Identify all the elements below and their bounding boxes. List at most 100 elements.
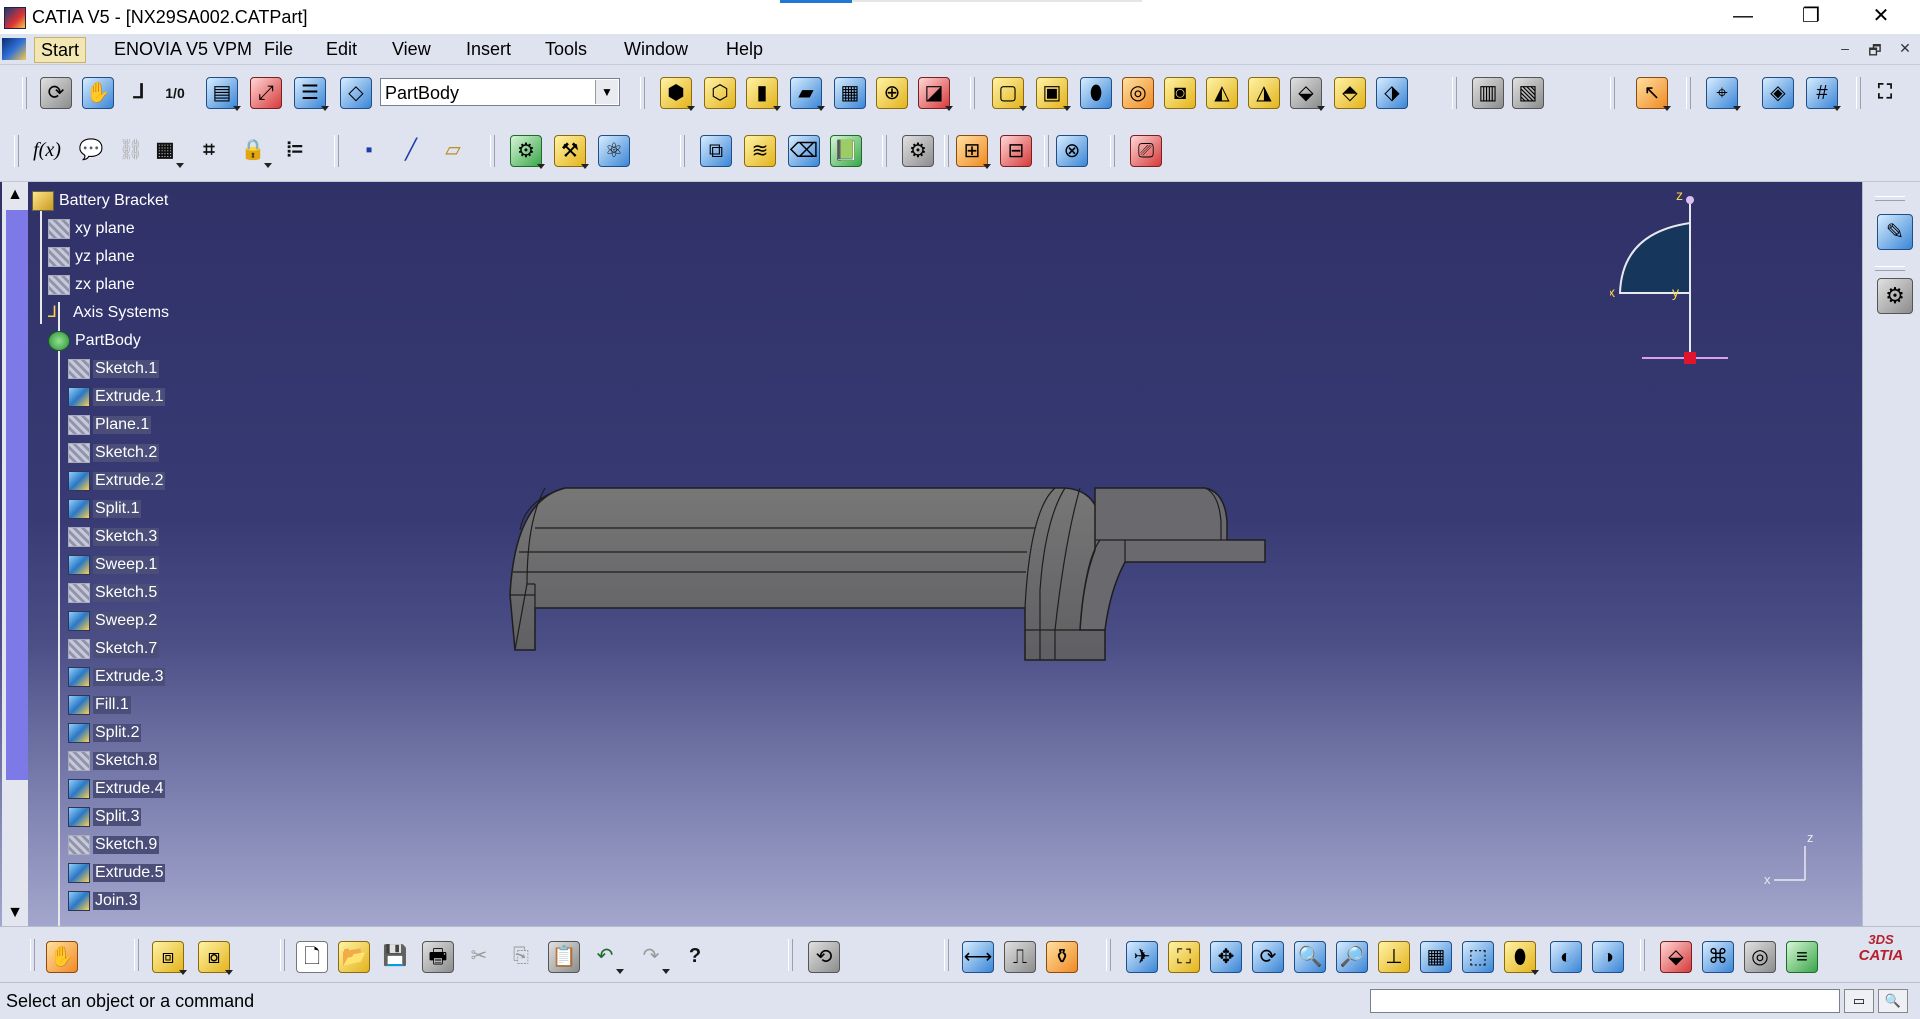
tree-item-fill-1[interactable]: Fill.1	[68, 694, 131, 716]
zoom-in-icon[interactable]: 🔍	[1294, 941, 1326, 973]
tree-item-xy-plane[interactable]: xy plane	[48, 218, 137, 240]
draft-icon[interactable]: ◪	[918, 77, 953, 111]
doc-minimize-button[interactable]: –	[1833, 40, 1857, 60]
sketcher-icon[interactable]: ✎	[1877, 214, 1913, 250]
assembly-icon[interactable]: ⚙	[902, 135, 934, 167]
update-icon[interactable]: ⟳	[40, 77, 72, 109]
render-icon[interactable]: ◎	[1744, 941, 1776, 973]
whats-this-icon[interactable]: ?	[680, 941, 710, 971]
tree-item-split-2[interactable]: Split.2	[68, 722, 142, 744]
layers-icon[interactable]: ≡	[1786, 941, 1818, 973]
eraser-icon[interactable]: ⌫	[788, 135, 820, 167]
settings-gear-icon[interactable]: ⚙	[1877, 278, 1913, 314]
fit-all-in-icon[interactable]: ⛶	[1168, 941, 1200, 973]
tree-item-join-3[interactable]: Join.3	[68, 890, 140, 912]
shaft-icon[interactable]: ▮	[746, 77, 781, 111]
trim-icon[interactable]: ⬗	[1376, 77, 1408, 109]
minimize-button[interactable]: —	[1720, 0, 1766, 34]
apply-material-icon[interactable]: ⬙	[1660, 941, 1692, 973]
tree-item-extrude-1[interactable]: Extrude.1	[68, 386, 166, 408]
inertia-icon[interactable]: ⚱	[1046, 941, 1078, 973]
menu-window[interactable]: Window	[624, 39, 688, 60]
snap-icon[interactable]: ⌖	[1706, 77, 1741, 111]
menu-file[interactable]: File	[264, 39, 293, 60]
tree-item-extrude-2[interactable]: Extrude.2	[68, 470, 166, 492]
cylinder-icon[interactable]: ⬮	[1080, 77, 1112, 109]
toolbar-grip[interactable]	[640, 77, 645, 109]
scroll-down-icon[interactable]: ▼	[4, 902, 26, 924]
table-icon[interactable]: ▦	[150, 135, 184, 168]
map-icon[interactable]: ⌘	[1702, 941, 1734, 973]
grab-icon[interactable]: ✋	[82, 77, 114, 109]
select-icon[interactable]: ↖	[1636, 77, 1671, 111]
hole-icon[interactable]: ⊕	[876, 77, 908, 109]
dropdown-arrow-icon[interactable]: ▼	[595, 80, 618, 104]
toolbar-grip[interactable]	[1610, 77, 1615, 109]
split-icon[interactable]: ⬘	[1334, 77, 1366, 109]
iso-view-icon[interactable]: ⬚	[1462, 941, 1494, 973]
compass-icon[interactable]: ◈	[1762, 77, 1794, 109]
save-icon[interactable]: 💾	[380, 941, 410, 971]
formula-icon[interactable]: f(x)	[32, 135, 62, 165]
point-icon[interactable]: ▪	[354, 135, 384, 165]
plane-icon[interactable]: ◇	[340, 77, 372, 109]
boolean-remove-icon[interactable]: ⊟	[1000, 135, 1032, 167]
intersect-icon[interactable]: ⊗	[1056, 135, 1088, 167]
zoom-out-icon[interactable]: 🔎	[1336, 941, 1368, 973]
blend-icon[interactable]: ◭	[1206, 77, 1238, 109]
join-icon[interactable]: ⬙	[1290, 77, 1325, 111]
battery-bracket-model[interactable]	[505, 480, 1275, 710]
menu-view[interactable]: View	[392, 39, 431, 60]
toolbar-grip[interactable]	[970, 77, 975, 109]
scan-icon[interactable]: ⎚	[1130, 135, 1162, 167]
plane-ref-icon[interactable]: ▱	[438, 135, 468, 165]
tree-scrollbar[interactable]: ▲ ▼	[2, 182, 28, 926]
menu-start[interactable]: Start	[34, 37, 87, 63]
restore-button[interactable]: ❐	[1788, 0, 1834, 34]
toolbar-grip[interactable]	[1106, 939, 1111, 971]
pocket-icon[interactable]: ⬡	[704, 77, 736, 109]
tree-item-partbody[interactable]: PartBody	[48, 330, 143, 352]
gear-settings-icon[interactable]: ⚙	[510, 135, 545, 169]
sphere-icon[interactable]: ◎	[1122, 77, 1154, 109]
paste-icon[interactable]: 📋	[548, 941, 580, 973]
shading-icon[interactable]: ⬮	[1504, 941, 1539, 975]
rotate-icon[interactable]: ⟳	[1252, 941, 1284, 973]
comment-icon[interactable]: 💬	[76, 135, 106, 165]
tree-item-sweep-2[interactable]: Sweep.2	[68, 610, 160, 632]
redo-icon[interactable]: ↷	[636, 941, 670, 974]
tree-root[interactable]: Battery Bracket	[32, 190, 170, 212]
tree-item-sketch-8[interactable]: Sketch.8	[68, 750, 160, 772]
command-history-button[interactable]: ▭	[1844, 989, 1874, 1013]
tree-item-split-1[interactable]: Split.1	[68, 498, 142, 520]
multisection-icon[interactable]: ◮	[1248, 77, 1280, 109]
body-icon[interactable]: ▤	[206, 77, 241, 111]
measure-item-icon[interactable]: ⎍	[1004, 941, 1036, 973]
toolbar-grip[interactable]	[680, 135, 685, 167]
offset-icon[interactable]: ▣	[1036, 77, 1071, 111]
toolbar-grip[interactable]	[788, 939, 793, 971]
publication-icon[interactable]: ⧇	[198, 941, 233, 975]
rule-icon[interactable]: ⦙=	[280, 135, 310, 165]
extrude-icon[interactable]: ▢	[992, 77, 1027, 111]
compass-widget[interactable]: z x y	[1610, 188, 1740, 368]
surface-icon[interactable]: ≋	[744, 135, 776, 167]
tree-item-extrude-4[interactable]: Extrude.4	[68, 778, 166, 800]
toolbar-grip[interactable]	[944, 135, 949, 167]
swap-visible-icon[interactable]: ◑	[1592, 941, 1624, 973]
print-icon[interactable]: 🖶	[422, 941, 454, 973]
undo-icon[interactable]: ↶	[590, 941, 624, 974]
list-icon[interactable]: ☰	[294, 77, 329, 111]
sketch-constraint-icon[interactable]: ⤢	[250, 77, 282, 109]
toolbar-grip[interactable]	[1875, 196, 1905, 201]
tree-item-extrude-3[interactable]: Extrude.3	[68, 666, 166, 688]
tree-item-extrude-5[interactable]: Extrude.5	[68, 862, 166, 884]
toolbar-grip[interactable]	[1452, 77, 1457, 109]
measure-icon[interactable]: 1/0	[160, 77, 190, 107]
instantiate-icon[interactable]: ⚛	[598, 135, 630, 167]
search-icon[interactable]: 🔍	[1878, 989, 1908, 1013]
scroll-up-icon[interactable]: ▲	[4, 184, 26, 206]
scroll-thumb[interactable]	[6, 210, 28, 780]
update-model-icon[interactable]: ⟲	[808, 941, 840, 973]
toolbar-grip[interactable]	[134, 939, 139, 971]
